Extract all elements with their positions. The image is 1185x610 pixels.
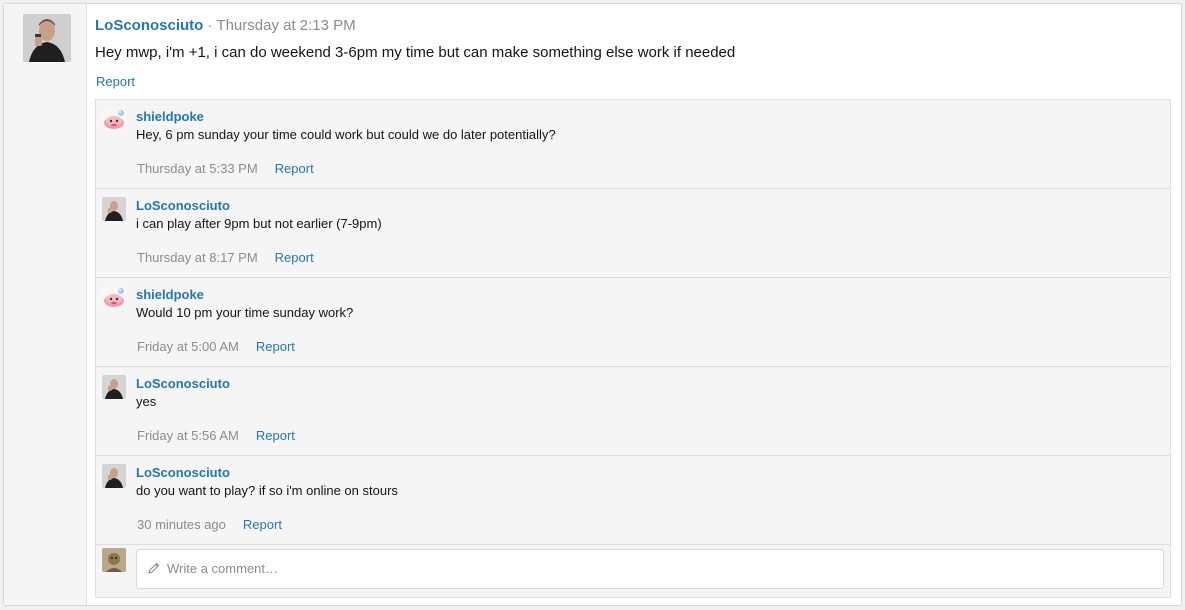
comment-timestamp[interactable]: Thursday at 5:33 PM xyxy=(137,161,258,176)
comment-meta: Friday at 5:00 AM Report xyxy=(137,339,295,354)
pink-cartoon-avatar[interactable] xyxy=(102,108,126,132)
comments-panel: shieldpoke Hey, 6 pm sunday your time co… xyxy=(95,99,1171,598)
comment-author-link[interactable]: LoSconosciuto xyxy=(136,465,230,480)
comment-meta: Friday at 5:56 AM Report xyxy=(137,428,295,443)
post-header: LoSconosciuto · Thursday at 2:13 PM xyxy=(95,17,356,35)
post-avatar-rail xyxy=(4,4,87,605)
comment-report-link[interactable]: Report xyxy=(275,250,314,265)
post-timestamp[interactable]: Thursday at 2:13 PM xyxy=(216,17,355,34)
post-report-link[interactable]: Report xyxy=(96,74,135,89)
comment-timestamp[interactable]: Friday at 5:56 AM xyxy=(137,428,239,443)
pink-cartoon-avatar[interactable] xyxy=(102,286,126,310)
post-separator: · xyxy=(207,17,213,34)
comment-text: do you want to play? if so i'm online on… xyxy=(136,483,398,498)
reply-row: Write a comment… xyxy=(96,544,1170,599)
comment-report-link[interactable]: Report xyxy=(256,339,295,354)
comment-author-link[interactable]: shieldpoke xyxy=(136,287,204,302)
comment-meta: Thursday at 5:33 PM Report xyxy=(137,161,314,176)
comment-report-link[interactable]: Report xyxy=(256,428,295,443)
post-message: Hey mwp, i'm +1, i can do weekend 3-6pm … xyxy=(95,44,736,61)
comment-input-placeholder: Write a comment… xyxy=(167,561,279,576)
comment-text: i can play after 9pm but not earlier (7-… xyxy=(136,216,382,231)
current-user-avatar xyxy=(102,548,126,572)
man-photo-avatar[interactable] xyxy=(102,197,126,221)
comment: LoSconosciuto do you want to play? if so… xyxy=(96,456,1170,545)
comment-report-link[interactable]: Report xyxy=(275,161,314,176)
author-avatar[interactable] xyxy=(23,14,71,62)
comment: LoSconosciuto yes Friday at 5:56 AM Repor… xyxy=(96,367,1170,456)
comment-meta: 30 minutes ago Report xyxy=(137,517,282,532)
comment: shieldpoke Would 10 pm your time sunday … xyxy=(96,278,1170,367)
comment-input[interactable]: Write a comment… xyxy=(136,549,1164,589)
comment-author-link[interactable]: LoSconosciuto xyxy=(136,198,230,213)
comment-author-link[interactable]: LoSconosciuto xyxy=(136,376,230,391)
man-photo-avatar[interactable] xyxy=(102,464,126,488)
comment-author-link[interactable]: shieldpoke xyxy=(136,109,204,124)
comment: LoSconosciuto i can play after 9pm but n… xyxy=(96,189,1170,278)
comment-timestamp[interactable]: Friday at 5:00 AM xyxy=(137,339,239,354)
comment-timestamp[interactable]: Thursday at 8:17 PM xyxy=(137,250,258,265)
profile-post-card: LoSconosciuto · Thursday at 2:13 PM Hey … xyxy=(3,3,1182,606)
comment-text: yes xyxy=(136,394,157,409)
comment-timestamp[interactable]: 30 minutes ago xyxy=(137,517,226,532)
comment-text: Hey, 6 pm sunday your time could work bu… xyxy=(136,127,556,142)
comment-text: Would 10 pm your time sunday work? xyxy=(136,305,354,320)
post-author-link[interactable]: LoSconosciuto xyxy=(95,17,203,34)
comment-report-link[interactable]: Report xyxy=(243,517,282,532)
pencil-icon xyxy=(148,562,160,574)
comment-meta: Thursday at 8:17 PM Report xyxy=(137,250,314,265)
man-photo-avatar[interactable] xyxy=(102,375,126,399)
comment: shieldpoke Hey, 6 pm sunday your time co… xyxy=(96,100,1170,189)
